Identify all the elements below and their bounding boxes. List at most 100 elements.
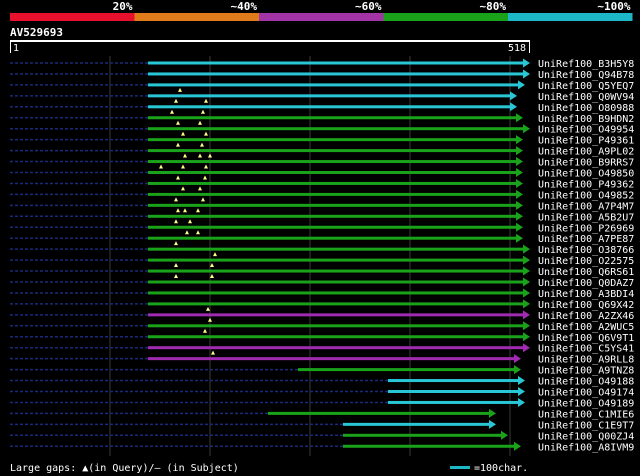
query-end-tick — [529, 42, 530, 53]
grid-lines — [109, 56, 511, 456]
hit-label[interactable]: UniRef100_Q0WV94 — [538, 92, 634, 103]
gap-marker — [208, 317, 212, 322]
hit-bar — [148, 225, 517, 229]
hit-row[interactable]: UniRef100_A3BDI4 — [10, 288, 634, 300]
hit-label[interactable]: UniRef100_P26969 — [538, 223, 634, 234]
hit-bar — [148, 149, 517, 153]
hit-row[interactable]: UniRef100_Q5YEQ7 — [10, 80, 634, 92]
gap-marker — [174, 263, 178, 268]
hit-row[interactable]: UniRef100_O49188 — [10, 376, 634, 388]
hit-label[interactable]: UniRef100_A2WUC5 — [538, 322, 634, 333]
hit-row[interactable]: UniRef100_O49174 — [10, 387, 634, 399]
hit-label[interactable]: UniRef100_A8IVM9 — [538, 442, 634, 453]
hit-label[interactable]: UniRef100_A9PL02 — [538, 147, 634, 158]
hit-label[interactable]: UniRef100_C5YS41 — [538, 344, 634, 355]
hit-bar — [148, 357, 515, 361]
hit-arrow — [518, 397, 525, 407]
hit-label[interactable]: UniRef100_O22575 — [538, 256, 634, 267]
hit-label[interactable]: UniRef100_Q6RS61 — [538, 267, 634, 278]
hit-label[interactable]: UniRef100_A2ZX46 — [538, 311, 634, 322]
hit-label[interactable]: UniRef100_A7PE87 — [538, 234, 634, 245]
hit-arrow — [489, 419, 496, 429]
hit-label[interactable]: UniRef100_C1E9T7 — [538, 420, 634, 431]
hit-label[interactable]: UniRef100_O49954 — [538, 125, 634, 136]
gap-marker — [196, 230, 200, 235]
hit-label[interactable]: UniRef100_O38766 — [538, 245, 634, 256]
hit-label[interactable]: UniRef100_O49174 — [538, 388, 634, 399]
legend-label: ~100% — [597, 0, 630, 13]
hit-label[interactable]: UniRef100_B9HDN2 — [538, 114, 634, 125]
hit-arrow — [523, 244, 530, 254]
hit-bar — [148, 291, 524, 295]
gap-marker — [210, 263, 214, 268]
gap-marker — [176, 142, 180, 147]
hit-bar — [148, 236, 517, 240]
hit-label[interactable]: UniRef100_O49188 — [538, 377, 634, 388]
query-start-tick — [10, 42, 11, 53]
hit-label[interactable]: UniRef100_A7P4M7 — [538, 201, 634, 212]
hit-label[interactable]: UniRef100_A9RLL8 — [538, 355, 634, 366]
hit-bar — [148, 61, 524, 65]
hit-arrow — [516, 178, 523, 188]
hit-bar — [148, 258, 524, 262]
hit-arrow — [523, 310, 530, 320]
hit-row[interactable]: UniRef100_Q94B78 — [10, 69, 634, 81]
hit-row[interactable]: UniRef100_A9TNZ8 — [10, 365, 634, 377]
hit-label[interactable]: UniRef100_Q94B78 — [538, 70, 634, 81]
hit-label[interactable]: UniRef100_Q00ZJ4 — [538, 431, 634, 442]
hit-label[interactable]: UniRef100_Q5YEQ7 — [538, 81, 634, 92]
hit-arrow — [516, 146, 523, 156]
hit-row[interactable]: UniRef100_A8IVM9 — [10, 441, 634, 454]
hit-label[interactable]: UniRef100_A3BDI4 — [538, 289, 634, 300]
gap-marker — [203, 175, 207, 180]
hit-arrow — [516, 113, 523, 123]
gap-marker — [178, 87, 182, 92]
hit-row[interactable]: UniRef100_O49189 — [10, 397, 634, 410]
hit-arrow — [523, 58, 530, 68]
hit-row[interactable]: UniRef100_B3H5Y8 — [10, 58, 634, 71]
hit-label[interactable]: UniRef100_P49361 — [538, 136, 634, 147]
hit-label[interactable]: UniRef100_Q0DAZ7 — [538, 278, 634, 289]
gap-marker — [176, 208, 180, 213]
hit-label[interactable]: UniRef100_B3H5Y8 — [538, 59, 634, 70]
legend-label: 20% — [113, 0, 133, 13]
hit-arrow — [516, 135, 523, 145]
hit-arrow — [489, 408, 496, 418]
legend-label: ~40% — [231, 0, 258, 13]
hit-row[interactable]: UniRef100_C5YS41 — [10, 343, 634, 355]
gap-marker — [188, 219, 192, 224]
hit-arrow — [523, 69, 530, 79]
gap-marker — [203, 328, 207, 333]
hit-row[interactable]: UniRef100_C1E9T7 — [10, 419, 634, 432]
hit-arrow — [523, 277, 530, 287]
gap-marker — [174, 219, 178, 224]
hit-label[interactable]: UniRef100_Q6V9T1 — [538, 333, 634, 344]
gap-marker — [201, 109, 205, 114]
hit-label[interactable]: UniRef100_A9TNZ8 — [538, 366, 634, 377]
hit-bar — [148, 105, 511, 109]
hit-label[interactable]: UniRef100_C1MIE6 — [538, 409, 634, 420]
hit-label[interactable]: UniRef100_P49362 — [538, 179, 634, 190]
hit-bar — [148, 171, 517, 174]
hit-arrow — [516, 211, 523, 221]
hit-label[interactable]: UniRef100_O49189 — [538, 398, 634, 409]
hit-row[interactable]: UniRef100_C1MIE6 — [10, 408, 634, 421]
hit-row[interactable]: UniRef100_Q00ZJ4 — [10, 430, 634, 443]
hit-label[interactable]: UniRef100_A5B2U7 — [538, 212, 634, 223]
hit-bar — [148, 181, 517, 185]
hit-row[interactable]: UniRef100_Q69X42 — [10, 299, 634, 311]
hit-label[interactable]: UniRef100_O80988 — [538, 103, 634, 114]
hit-arrow — [514, 441, 521, 451]
gap-marker — [200, 142, 204, 147]
hit-label[interactable]: UniRef100_O49852 — [538, 190, 634, 201]
gap-marker — [174, 197, 178, 202]
legend-label: ~80% — [480, 0, 507, 13]
legend-swatch — [10, 13, 135, 21]
hit-label[interactable]: UniRef100_Q69X42 — [538, 300, 634, 311]
query-start-label: 1 — [13, 43, 19, 54]
hit-label[interactable]: UniRef100_O49850 — [538, 169, 634, 180]
hit-arrow — [523, 255, 530, 265]
hit-label[interactable]: UniRef100_B9RRS7 — [538, 158, 634, 169]
hit-bar — [343, 422, 490, 426]
hit-bar — [148, 94, 511, 98]
